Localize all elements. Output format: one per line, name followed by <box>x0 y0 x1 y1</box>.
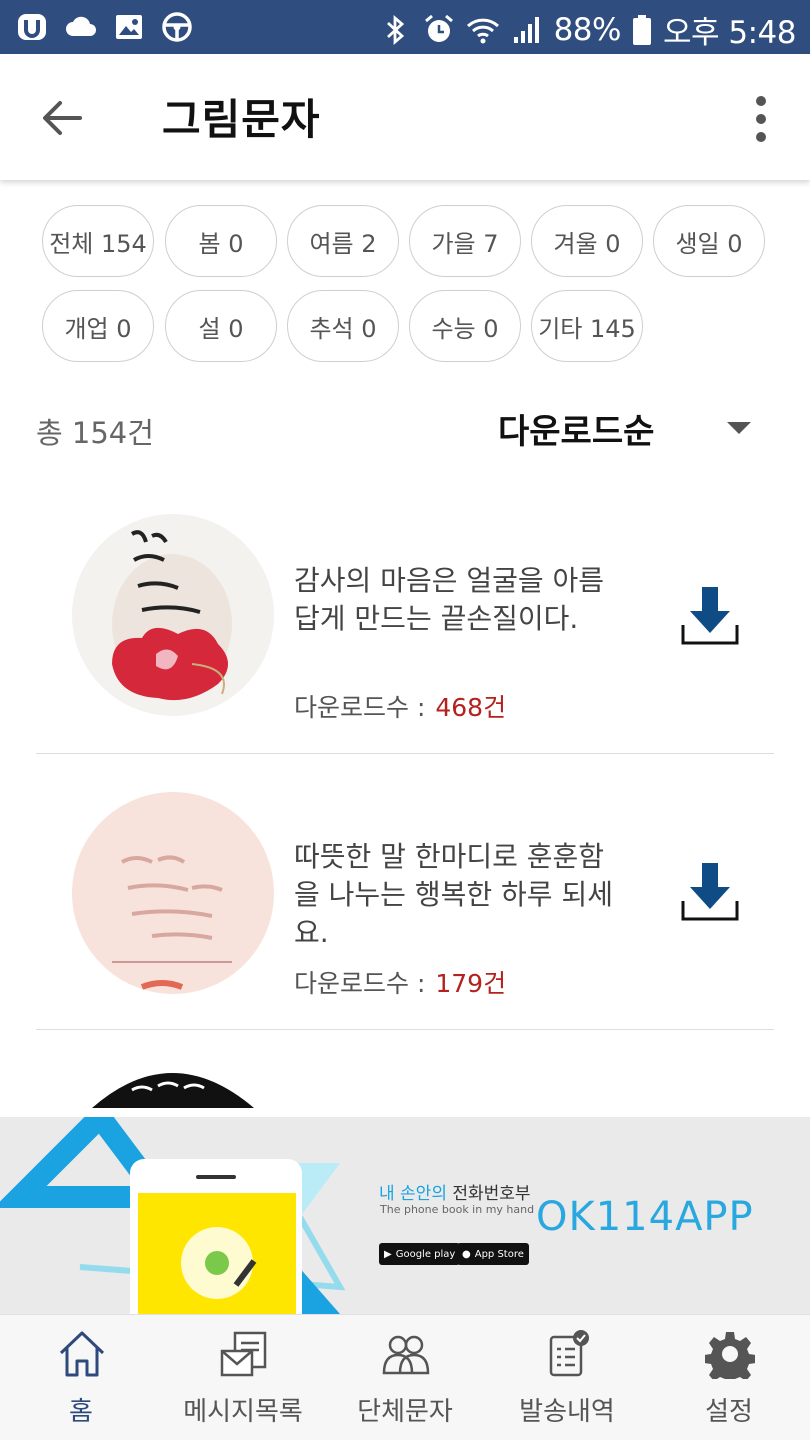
chip-autumn[interactable]: 가을 7 <box>409 205 521 277</box>
total-count: 총 154건 <box>36 416 154 450</box>
chip-spring[interactable]: 봄 0 <box>165 205 277 277</box>
nav-send-history[interactable]: 발송내역 <box>486 1315 648 1440</box>
download-count-label: 다운로드수 : <box>294 693 426 722</box>
steering-wheel-icon <box>162 12 192 42</box>
emoticon-thumbnail <box>72 514 274 716</box>
battery-percent: 88% <box>553 11 622 48</box>
banner-headline-main: 전화번호부 <box>452 1184 531 1204</box>
group-icon <box>382 1335 430 1375</box>
nav-settings-label: 설정 <box>705 1397 753 1427</box>
apple-icon: ● <box>462 1248 471 1260</box>
message-list-icon <box>220 1331 267 1377</box>
gear-icon <box>705 1332 755 1379</box>
nav-message-list[interactable]: 메시지목록 <box>162 1315 324 1440</box>
status-bar: 88% 오후 5:48 <box>0 0 810 54</box>
download-icon[interactable] <box>680 861 740 923</box>
nav-group-message[interactable]: 단체문자 <box>324 1315 486 1440</box>
chip-other[interactable]: 기타 145 <box>531 290 643 362</box>
download-count-value: 468건 <box>435 693 507 722</box>
chip-birthday[interactable]: 생일 0 <box>653 205 765 277</box>
chip-opening[interactable]: 개업 0 <box>42 290 154 362</box>
app-store-label: App Store <box>474 1248 524 1260</box>
chip-new-year[interactable]: 설 0 <box>165 290 277 362</box>
nav-message-list-label: 메시지목록 <box>183 1397 303 1427</box>
chip-chuseok[interactable]: 추석 0 <box>287 290 399 362</box>
history-icon <box>549 1330 589 1377</box>
list-item[interactable]: 따뜻한 말 한마디로 훈훈함을 나누는 행복한 하루 되세요. 다운로드수 : 1… <box>36 754 774 1030</box>
signal-icon <box>513 16 539 43</box>
home-icon <box>59 1331 105 1377</box>
status-icons-right: 88% 오후 5:48 <box>378 7 797 52</box>
page-title: 그림문자 <box>162 95 321 144</box>
bluetooth-icon <box>386 14 404 45</box>
banner-headline-accent: 내 손안의 <box>379 1184 447 1204</box>
emoticon-thumbnail <box>72 792 274 994</box>
more-options-icon[interactable] <box>744 92 778 146</box>
chip-all[interactable]: 전체 154 <box>42 205 154 277</box>
image-icon <box>116 15 142 39</box>
banner-headline: 내 손안의 전화번호부 <box>379 1179 531 1204</box>
download-count-label: 다운로드수 : <box>294 969 426 998</box>
download-count: 다운로드수 : 179건 <box>294 964 506 1000</box>
download-count: 다운로드수 : 468건 <box>294 688 506 724</box>
sort-dropdown[interactable]: 다운로드순 <box>498 404 654 453</box>
download-icon[interactable] <box>680 585 740 647</box>
item-title: 따뜻한 말 한마디로 훈훈함을 나누는 행복한 하루 되세요. <box>294 840 613 949</box>
app-bar: 그림문자 <box>0 54 810 180</box>
play-icon: ▶ <box>384 1248 392 1260</box>
status-icons-left <box>16 10 194 44</box>
nav-send-history-label: 발송내역 <box>519 1397 615 1427</box>
nav-group-message-label: 단체문자 <box>357 1397 453 1427</box>
emoticon-thumbnail-partial <box>92 1073 254 1108</box>
nav-home-label: 홈 <box>69 1397 93 1427</box>
download-count-value: 179건 <box>435 969 507 998</box>
banner-subtitle: The phone book in my hand <box>380 1203 535 1216</box>
banner-brand: OK114APP <box>536 1194 754 1240</box>
chip-exam[interactable]: 수능 0 <box>409 290 521 362</box>
clock: 오후 5:48 <box>662 15 797 51</box>
nav-settings[interactable]: 설정 <box>648 1315 810 1440</box>
list-item[interactable]: 감사의 마음은 얼굴을 아름답게 만드는 끝손질이다. 다운로드수 : 468건 <box>36 478 774 754</box>
chip-summer[interactable]: 여름 2 <box>287 205 399 277</box>
wifi-icon <box>466 18 499 43</box>
google-play-label: Google play <box>395 1248 456 1260</box>
chip-winter[interactable]: 겨울 0 <box>531 205 643 277</box>
ad-banner[interactable]: 내 손안의 전화번호부 The phone book in my hand OK… <box>0 1117 810 1314</box>
nav-home[interactable]: 홈 <box>0 1315 162 1440</box>
sort-chevron-down-icon[interactable] <box>727 422 751 434</box>
app-notification-icon <box>18 14 46 40</box>
banner-artwork <box>0 1117 346 1314</box>
alarm-icon <box>424 14 453 42</box>
bottom-navigation: 홈 메시지목록 단체문자 발송내역 설정 <box>0 1314 810 1440</box>
item-title: 감사의 마음은 얼굴을 아름답게 만드는 끝손질이다. <box>294 564 605 635</box>
app-store-badge[interactable]: ● App Store <box>457 1243 529 1265</box>
google-play-badge[interactable]: ▶ Google play <box>379 1243 461 1265</box>
back-arrow-icon[interactable] <box>36 92 88 144</box>
battery-icon <box>632 14 651 45</box>
cloud-icon <box>66 16 96 36</box>
